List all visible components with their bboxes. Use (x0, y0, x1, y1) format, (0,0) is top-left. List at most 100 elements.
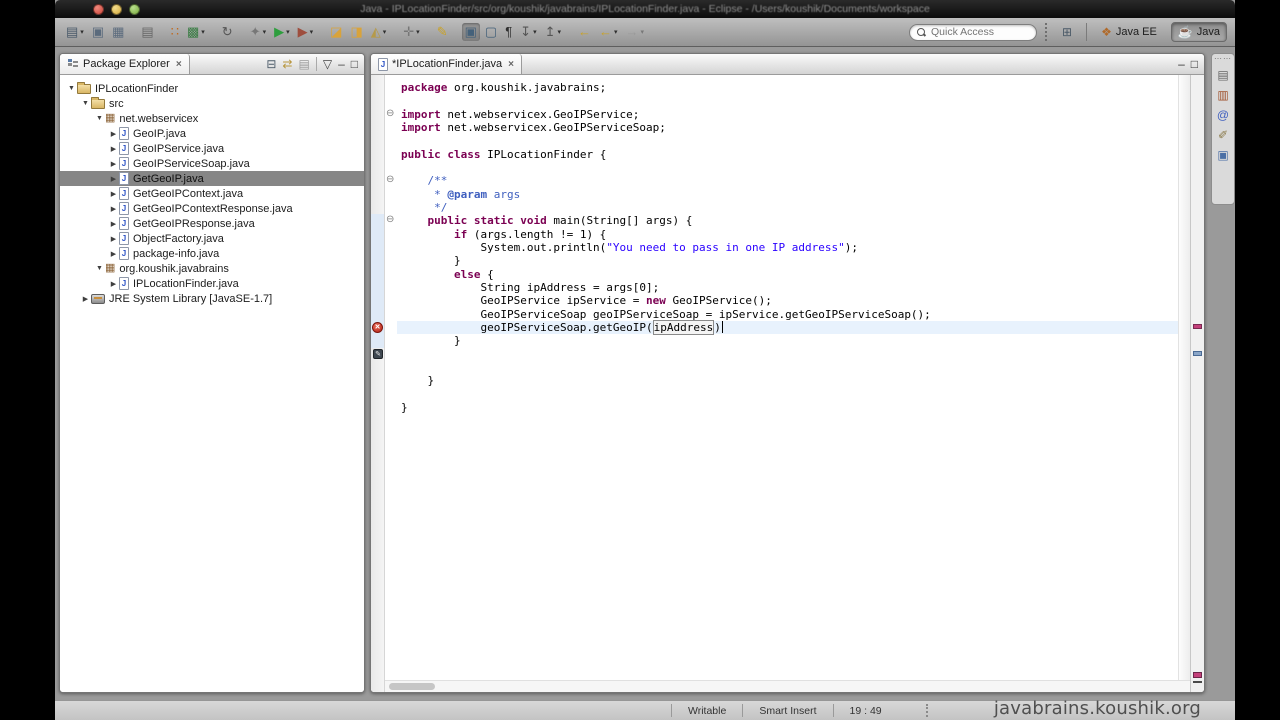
view-menu-button[interactable]: ▽ (323, 57, 332, 71)
print-button[interactable]: ▤ (138, 23, 156, 41)
build-all-button[interactable]: ∷ (168, 23, 182, 41)
code-line[interactable]: geoIPServiceSoap.getGeoIP(ipAddress) (397, 321, 1178, 334)
horizontal-scrollbar-thumb[interactable] (389, 683, 435, 690)
code-line[interactable]: } (401, 401, 1178, 414)
code-line[interactable]: import net.webservicex.GeoIPService; (401, 108, 1178, 121)
code-line[interactable]: } (401, 334, 1178, 347)
code-line[interactable] (401, 348, 1178, 361)
fold-collapse-icon[interactable]: ⊖ (386, 215, 394, 225)
mark-occurrences-toggle[interactable]: ▣ (462, 23, 480, 41)
chevron-right-icon[interactable]: ▶ (108, 145, 119, 153)
code-line[interactable] (401, 161, 1178, 174)
minimized-console-view-icon[interactable]: ▣ (1217, 149, 1228, 162)
code-line[interactable]: else { (401, 268, 1178, 281)
code-line[interactable]: * @param args (401, 188, 1178, 201)
refresh-button[interactable]: ↻ (219, 23, 236, 41)
tree-item-getgeoip-java[interactable]: ▶JGetGeoIP.java (60, 171, 364, 186)
code-line[interactable] (401, 361, 1178, 374)
overview-ruler[interactable] (1190, 75, 1204, 692)
horizontal-scrollbar[interactable] (385, 680, 1190, 692)
code-line[interactable]: } (401, 254, 1178, 267)
vertical-scrollbar[interactable] (1178, 75, 1190, 692)
back-history-button[interactable]: ←▾ (596, 23, 621, 41)
code-line[interactable]: import net.webservicex.GeoIPServiceSoap; (401, 121, 1178, 134)
link-with-editor-button[interactable]: ⇄ (282, 57, 292, 71)
minimized-print-view-icon[interactable]: ▤ (1217, 69, 1228, 82)
code-line[interactable] (401, 388, 1178, 401)
overview-info-marker[interactable] (1193, 351, 1202, 356)
open-perspective-button[interactable]: ⊞ (1056, 23, 1078, 41)
new-snippet-button[interactable]: ◭▾ (368, 23, 390, 41)
code-line[interactable]: String ipAddress = args[0]; (401, 281, 1178, 294)
tree-item-jre-system-library-javase-1-7[interactable]: ▶JRE System Library [JavaSE-1.7] (60, 291, 364, 306)
chevron-right-icon[interactable]: ▶ (108, 190, 119, 198)
code-line[interactable]: package org.koushik.javabrains; (401, 81, 1178, 94)
minimize-view-button[interactable]: ‒ (338, 57, 345, 71)
status-drag-handle[interactable] (926, 704, 930, 717)
tree-item-iplocationfinder[interactable]: ▼IPLocationFinder (60, 81, 364, 96)
show-whitespace-toggle[interactable]: ¶ (502, 23, 515, 41)
code-line[interactable]: public static void main(String[] args) { (401, 214, 1178, 227)
open-resource-button[interactable]: ◨ (347, 23, 365, 41)
external-tools-button[interactable]: ✦▾ (247, 23, 269, 41)
tree-item-getgeoipresponse-java[interactable]: ▶JGetGeoIPResponse.java (60, 216, 364, 231)
chevron-down-icon[interactable]: ▼ (80, 100, 91, 107)
open-type-button[interactable]: ◪ (327, 23, 345, 41)
code-line[interactable] (401, 94, 1178, 107)
filters-button[interactable]: ▤ (298, 57, 309, 71)
maximize-editor-button[interactable]: □ (1191, 57, 1198, 71)
save-button[interactable]: ▣ (89, 23, 107, 41)
last-edit-location-button[interactable]: ✎ (434, 23, 451, 41)
tree-item-net-webservicex[interactable]: ▼▦net.webservicex (60, 111, 364, 126)
toolbar-drag-handle[interactable] (1045, 23, 1048, 41)
tab-package-explorer[interactable]: Package Explorer × (60, 54, 190, 74)
debug-button[interactable]: ▶▾ (295, 23, 317, 41)
chevron-right-icon[interactable]: ▶ (108, 220, 119, 228)
code-line[interactable]: public class IPLocationFinder { (401, 148, 1178, 161)
collapse-all-button[interactable]: ⊟ (266, 57, 276, 71)
run-button[interactable]: ▶▾ (271, 23, 293, 41)
chevron-right-icon[interactable]: ▶ (108, 160, 119, 168)
tree-item-geoip-java[interactable]: ▶JGeoIP.java (60, 126, 364, 141)
code-line[interactable]: System.out.println("You need to pass in … (401, 241, 1178, 254)
overview-error-marker[interactable] (1193, 324, 1202, 329)
minimize-window-button[interactable] (111, 4, 122, 15)
code-line[interactable]: */ (401, 201, 1178, 214)
code-line[interactable]: GeoIPService ipService = new GeoIPServic… (401, 294, 1178, 307)
minimized-declaration-view-icon[interactable]: ✐ (1218, 129, 1228, 142)
forward-button[interactable]: →▾ (623, 23, 648, 41)
minimize-editor-button[interactable]: ‒ (1178, 57, 1185, 71)
quick-access-box[interactable] (909, 24, 1037, 41)
tab-iplocationfinder-java[interactable]: J *IPLocationFinder.java × (371, 54, 522, 74)
close-icon[interactable]: × (176, 59, 182, 70)
save-all-button[interactable]: ▦ (109, 23, 127, 41)
fold-collapse-icon[interactable]: ⊖ (386, 109, 394, 119)
chevron-right-icon[interactable]: ▶ (108, 250, 119, 258)
tree-item-package-info-java[interactable]: ▶Jpackage-info.java (60, 246, 364, 261)
tree-item-getgeoipcontextresponse-java[interactable]: ▶JGetGeoIPContextResponse.java (60, 201, 364, 216)
chevron-right-icon[interactable]: ▶ (108, 235, 119, 243)
previous-annotation-button[interactable]: ↥▾ (542, 23, 564, 41)
tree-item-objectfactory-java[interactable]: ▶JObjectFactory.java (60, 231, 364, 246)
maximize-view-button[interactable]: □ (351, 57, 358, 71)
chevron-right-icon[interactable]: ▶ (108, 130, 119, 138)
new-wizard-button[interactable]: ▤▾ (63, 23, 87, 41)
chevron-down-icon[interactable]: ▼ (66, 85, 77, 92)
minimized-task-list-icon[interactable]: ▥ (1217, 89, 1228, 102)
new-java-project-button[interactable]: ▩▾ (184, 23, 208, 41)
tree-item-geoipservice-java[interactable]: ▶JGeoIPService.java (60, 141, 364, 156)
back-button[interactable]: ← (575, 23, 594, 41)
trim-drag-handle[interactable]: ⋯⋯ (1214, 56, 1232, 62)
quick-assist-icon[interactable]: ✎ (373, 349, 383, 359)
tree-item-src[interactable]: ▼src (60, 96, 364, 111)
close-window-button[interactable] (93, 4, 104, 15)
chevron-down-icon[interactable]: ▼ (94, 265, 105, 272)
tree-item-org-koushik-javabrains[interactable]: ▼▦org.koushik.javabrains (60, 261, 364, 276)
chevron-right-icon[interactable]: ▶ (108, 175, 119, 183)
tree-item-geoipservicesoap-java[interactable]: ▶JGeoIPServiceSoap.java (60, 156, 364, 171)
close-icon[interactable]: × (508, 59, 514, 70)
code-area[interactable]: package org.koushik.javabrains; import ne… (397, 75, 1178, 692)
code-line[interactable] (401, 134, 1178, 147)
chevron-right-icon[interactable]: ▶ (108, 280, 119, 288)
search-button[interactable]: ✛▾ (400, 23, 422, 41)
